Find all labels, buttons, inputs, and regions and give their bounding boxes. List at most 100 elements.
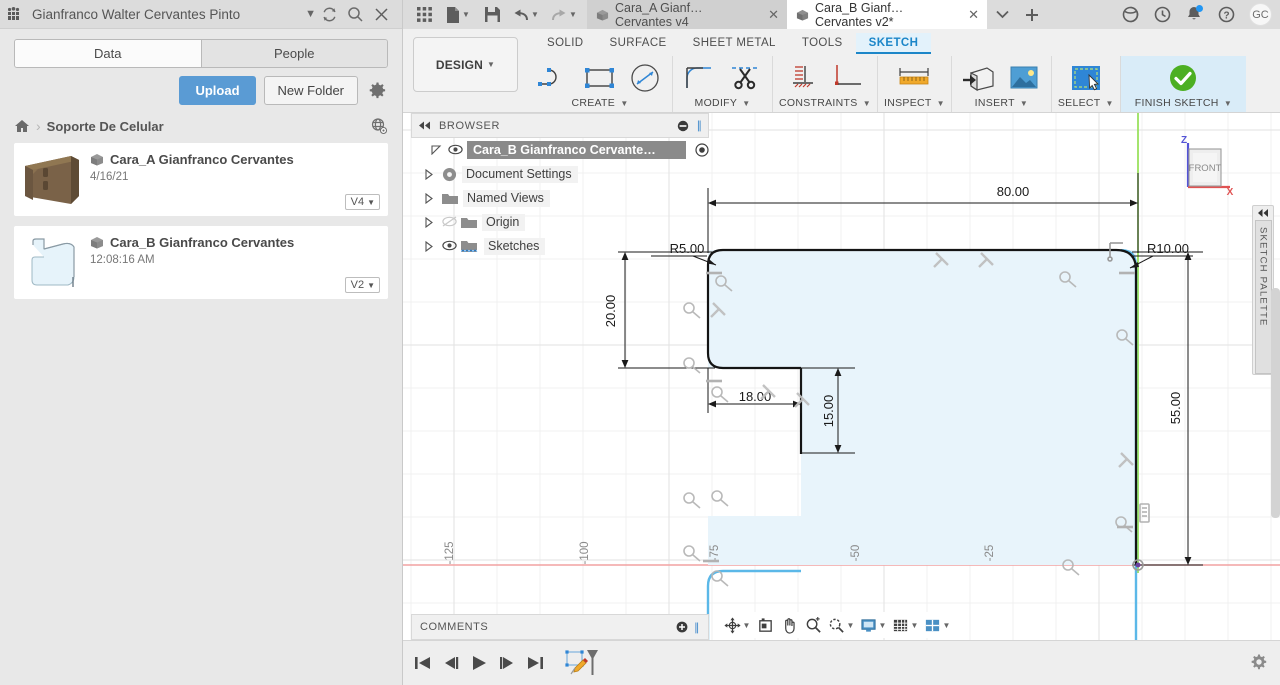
new-document-icon[interactable]: ▼ xyxy=(439,0,477,29)
chevron-down-icon[interactable]: ▼ xyxy=(1020,99,1028,108)
insert-image-icon[interactable] xyxy=(1003,61,1045,95)
look-at-icon[interactable] xyxy=(754,614,776,636)
view-cube[interactable]: FRONT Z X xyxy=(1172,135,1234,197)
select-window-icon[interactable] xyxy=(1065,61,1107,95)
gear-icon[interactable] xyxy=(1250,653,1270,673)
new-folder-button[interactable]: New Folder xyxy=(263,76,358,105)
comments-bar[interactable]: COMMENTS ∥ xyxy=(411,614,709,640)
expand-triangle-icon[interactable] xyxy=(425,216,437,228)
refresh-icon[interactable] xyxy=(316,1,342,27)
chevron-down-icon[interactable]: ▼ xyxy=(305,8,316,20)
horizontal-vertical-constraint-icon[interactable] xyxy=(782,61,824,95)
design-canvas[interactable]: 80.00 55.00 20.00 18.00 15.00 R5.00 R10.… xyxy=(403,113,1280,640)
globe-icon[interactable] xyxy=(370,117,388,135)
save-icon[interactable] xyxy=(477,0,507,29)
extensions-icon[interactable] xyxy=(1115,0,1145,29)
fillet-icon[interactable] xyxy=(679,61,721,95)
avatar[interactable]: GC xyxy=(1249,3,1272,26)
close-icon[interactable]: ✕ xyxy=(968,7,979,23)
trim-scissors-icon[interactable] xyxy=(724,61,766,95)
measure-ruler-icon[interactable] xyxy=(893,61,935,95)
list-item[interactable]: Cara_A Gianfranco Cervantes 4/16/21 V4 ▼ xyxy=(14,143,388,216)
expand-triangle-icon[interactable] xyxy=(431,145,443,155)
undo-icon[interactable]: ▼ xyxy=(507,0,545,29)
workspace-selector[interactable]: DESIGN ▼ xyxy=(413,37,518,92)
eye-icon[interactable] xyxy=(442,240,457,252)
ribbon-group-finish-sketch[interactable]: FINISH SKETCH ▼ xyxy=(1119,56,1247,112)
tab-solid[interactable]: SOLID xyxy=(534,33,597,53)
zoom-window-icon[interactable]: ▼ xyxy=(826,614,856,636)
document-tab-cara-a[interactable]: Cara_A Gianf… Cervantes v4 ✕ xyxy=(587,0,787,29)
chevron-down-icon[interactable]: ▼ xyxy=(937,99,945,108)
coincident-constraint-icon[interactable] xyxy=(827,61,869,95)
canvas-scrollbar[interactable] xyxy=(1271,288,1280,518)
skip-to-start-icon[interactable] xyxy=(411,651,435,675)
document-tab-cara-b[interactable]: Cara_B Gianf…Cervantes v2* ✕ xyxy=(787,0,987,29)
orbit-icon[interactable]: ▼ xyxy=(722,614,752,636)
skip-to-end-icon[interactable] xyxy=(523,651,547,675)
browser-node-document-settings[interactable]: Document Settings xyxy=(411,162,709,186)
browser-node-named-views[interactable]: Named Views xyxy=(411,186,709,210)
home-icon[interactable] xyxy=(14,119,30,133)
sketch-circle-line-icon[interactable] xyxy=(624,61,666,95)
grid-snaps-icon[interactable]: ▼ xyxy=(890,614,920,636)
browser-node-sketches[interactable]: Sketches xyxy=(411,234,709,258)
display-settings-icon[interactable]: ▼ xyxy=(858,614,888,636)
comments-resize-handle[interactable]: ∥ xyxy=(694,621,700,634)
browser-resize-handle[interactable]: ∥ xyxy=(697,119,703,132)
green-check-icon[interactable] xyxy=(1162,61,1204,95)
version-badge[interactable]: V2 ▼ xyxy=(344,277,380,293)
dimension-notch-width-label: 18.00 xyxy=(739,389,772,404)
insert-derive-icon[interactable] xyxy=(958,61,1000,95)
expand-triangle-icon[interactable] xyxy=(425,168,437,180)
apps-grid-icon[interactable] xyxy=(409,0,439,29)
sketch-rectangle-icon[interactable] xyxy=(579,61,621,95)
step-forward-icon[interactable] xyxy=(495,651,519,675)
redo-icon[interactable]: ▼ xyxy=(545,0,583,29)
play-icon[interactable] xyxy=(467,651,491,675)
radio-active-icon[interactable] xyxy=(695,143,709,157)
tab-data[interactable]: Data xyxy=(15,40,201,67)
tab-sketch[interactable]: SKETCH xyxy=(855,32,932,54)
chevron-down-icon[interactable]: ▼ xyxy=(1224,99,1232,108)
collapse-right-icon[interactable] xyxy=(1257,209,1269,217)
close-icon[interactable] xyxy=(368,1,394,27)
list-item[interactable]: Cara_B Gianfranco Cervantes 12:08:16 AM … xyxy=(14,226,388,299)
sketch-arc-icon[interactable] xyxy=(534,61,576,95)
tab-sheet-metal[interactable]: SHEET METAL xyxy=(680,33,789,53)
tab-surface[interactable]: SURFACE xyxy=(597,33,680,53)
chevron-down-icon[interactable]: ▼ xyxy=(863,99,871,108)
tab-people[interactable]: People xyxy=(200,40,387,67)
sketch-timeline-item-icon[interactable] xyxy=(565,649,599,677)
eye-icon[interactable] xyxy=(448,144,463,156)
tab-tools[interactable]: TOOLS xyxy=(789,33,856,53)
gear-icon[interactable] xyxy=(366,80,388,102)
upload-button[interactable]: Upload xyxy=(179,76,256,105)
add-comment-icon[interactable] xyxy=(676,621,688,633)
expand-triangle-icon[interactable] xyxy=(425,192,437,204)
pan-hand-icon[interactable] xyxy=(778,614,800,636)
minimize-icon[interactable] xyxy=(677,120,689,132)
step-back-icon[interactable] xyxy=(439,651,463,675)
plus-icon[interactable] xyxy=(1017,0,1047,29)
job-status-icon[interactable] xyxy=(1147,0,1177,29)
close-icon[interactable]: ✕ xyxy=(768,7,779,23)
chevron-down-icon[interactable]: ▼ xyxy=(742,99,750,108)
zoom-icon[interactable] xyxy=(802,614,824,636)
collapse-left-icon[interactable] xyxy=(418,121,431,130)
browser-node-origin[interactable]: Origin xyxy=(411,210,709,234)
data-panel-tabs: Data People xyxy=(0,29,402,68)
eye-off-icon[interactable] xyxy=(442,216,457,228)
version-badge[interactable]: V4 ▼ xyxy=(344,194,380,210)
expand-triangle-icon[interactable] xyxy=(425,240,437,252)
chevron-down-icon[interactable]: ▼ xyxy=(1106,99,1114,108)
chevron-down-icon[interactable] xyxy=(987,0,1017,29)
browser-root-node[interactable]: Cara_B Gianfranco Cervante… xyxy=(411,138,709,162)
viewports-icon[interactable]: ▼ xyxy=(922,614,952,636)
notifications-bell-icon[interactable] xyxy=(1179,0,1209,29)
chevron-down-icon[interactable]: ▼ xyxy=(620,99,628,108)
breadcrumb-folder-label[interactable]: Soporte De Celular xyxy=(47,119,364,134)
help-icon[interactable]: ? xyxy=(1211,0,1241,29)
data-panel-header: Gianfranco Walter Cervantes Pinto ▼ xyxy=(0,0,402,29)
search-icon[interactable] xyxy=(342,1,368,27)
